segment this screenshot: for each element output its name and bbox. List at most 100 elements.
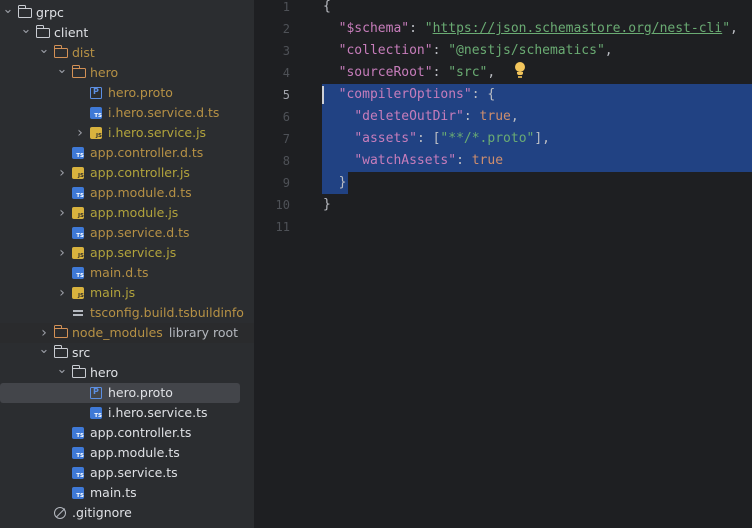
chevron-right-icon[interactable]: › bbox=[56, 283, 68, 303]
tree-item-main-d-ts[interactable]: main.d.ts bbox=[0, 263, 254, 283]
code-line[interactable]: 6 "deleteOutDir": true, bbox=[254, 106, 752, 128]
code-line[interactable]: 1{ bbox=[254, 0, 752, 18]
code-line[interactable]: 5 "compilerOptions": { bbox=[254, 84, 752, 106]
tree-item-label: app.controller.d.ts bbox=[90, 145, 204, 160]
code-token: , bbox=[487, 65, 496, 80]
folder-excluded-icon bbox=[53, 45, 68, 58]
code-line[interactable]: 11 bbox=[254, 216, 752, 238]
line-number: 4 bbox=[282, 66, 290, 80]
js-icon bbox=[72, 167, 84, 180]
code-text: { bbox=[323, 0, 331, 18]
chevron-right-icon[interactable]: › bbox=[56, 203, 68, 223]
tree-item-gitignore[interactable]: .gitignore bbox=[0, 503, 254, 523]
tree-item-label: app.module.js bbox=[90, 205, 179, 220]
tree-item-grpc[interactable]: ⌄ grpc bbox=[0, 3, 254, 23]
tree-item-tsconfig-build-tsbuildinfo[interactable]: tsconfig.build.tsbuildinfo bbox=[0, 303, 254, 323]
tree-item-hero[interactable]: ⌄ hero bbox=[0, 63, 254, 83]
tree-item-app-controller-d-ts[interactable]: app.controller.d.ts bbox=[0, 143, 254, 163]
line-number: 11 bbox=[275, 220, 290, 234]
code-line[interactable]: 3 "collection": "@nestjs/schematics", bbox=[254, 40, 752, 62]
chevron-down-icon[interactable]: ⌄ bbox=[56, 363, 68, 383]
code-token: "$schema" bbox=[338, 21, 410, 36]
code-text: "collection": "@nestjs/schematics", bbox=[323, 40, 613, 62]
chevron-down-icon[interactable]: ⌄ bbox=[38, 343, 50, 363]
lightbulb-base bbox=[517, 72, 523, 75]
chevron-right-icon[interactable]: › bbox=[38, 323, 50, 343]
tree-item-main-ts[interactable]: main.ts bbox=[0, 483, 254, 503]
folder-excluded-icon bbox=[53, 325, 68, 338]
tree-item-label: main.d.ts bbox=[90, 265, 149, 280]
tree-item-label: app.controller.js bbox=[90, 165, 190, 180]
chevron-down-icon[interactable]: ⌄ bbox=[20, 23, 32, 43]
chevron-right-icon[interactable]: › bbox=[74, 123, 86, 143]
ts-icon bbox=[72, 187, 84, 200]
tree-item-i-hero-service-ts[interactable]: i.hero.service.ts bbox=[0, 403, 254, 423]
line-number: 1 bbox=[282, 0, 290, 14]
js-icon bbox=[72, 247, 84, 260]
code-token: : bbox=[463, 109, 480, 124]
code-token: , bbox=[604, 43, 613, 58]
tree-item-hero-proto[interactable]: hero.proto bbox=[0, 83, 254, 103]
code-token: : [ bbox=[416, 131, 441, 146]
folder-icon bbox=[53, 345, 68, 358]
tree-item-app-controller-js[interactable]: › app.controller.js bbox=[0, 163, 254, 183]
tree-item-label: tsconfig.build.tsbuildinfo bbox=[90, 305, 244, 320]
chevron-down-icon[interactable]: ⌄ bbox=[2, 3, 14, 23]
code-text: } bbox=[323, 172, 347, 194]
js-icon bbox=[72, 287, 84, 300]
line-number: 10 bbox=[275, 198, 290, 212]
tree-item-main-js[interactable]: › main.js bbox=[0, 283, 254, 303]
code-line[interactable]: 2 "$schema": "https://json.schemastore.o… bbox=[254, 18, 752, 40]
tree-item-label: hero.proto bbox=[108, 385, 173, 400]
chevron-down-icon[interactable]: ⌄ bbox=[56, 63, 68, 83]
code-token: " bbox=[424, 21, 433, 36]
tree-item-node-modules[interactable]: › node_modules library root bbox=[0, 323, 254, 343]
code-text: "watchAssets": true bbox=[323, 150, 503, 172]
folder-icon bbox=[71, 365, 86, 378]
tree-item-app-module-js[interactable]: › app.module.js bbox=[0, 203, 254, 223]
tree-item-hero-proto[interactable]: hero.proto bbox=[0, 383, 254, 403]
tree-item-label: hero bbox=[90, 65, 119, 80]
line-number: 5 bbox=[282, 88, 290, 102]
code-line[interactable]: 10} bbox=[254, 194, 752, 216]
project-tree-panel[interactable]: ⌄ grpc ⌄ client ⌄ dist ⌄ hero hero.proto i.hero.s… bbox=[0, 0, 254, 528]
code-line[interactable]: 7 "assets": ["**/*.proto"], bbox=[254, 128, 752, 150]
tree-item-i-hero-service-js[interactable]: › i.hero.service.js bbox=[0, 123, 254, 143]
tree-item-label: app.controller.ts bbox=[90, 425, 192, 440]
tree-item-src[interactable]: ⌄ src bbox=[0, 343, 254, 363]
code-editor[interactable]: 1{2 "$schema": "https://json.schemastore… bbox=[254, 0, 752, 528]
code-line[interactable]: 4 "sourceRoot": "src", bbox=[254, 62, 752, 84]
tree-item-app-service-ts[interactable]: app.service.ts bbox=[0, 463, 254, 483]
code-token: true bbox=[471, 153, 504, 168]
tree-item-app-module-d-ts[interactable]: app.module.d.ts bbox=[0, 183, 254, 203]
code-line[interactable]: 8 "watchAssets": true bbox=[254, 150, 752, 172]
line-number: 8 bbox=[282, 154, 290, 168]
code-token: "assets" bbox=[354, 131, 417, 146]
code-token: } bbox=[323, 197, 331, 212]
library-root-label: library root bbox=[168, 325, 239, 340]
tree-item-app-module-ts[interactable]: app.module.ts bbox=[0, 443, 254, 463]
ts-icon bbox=[72, 467, 84, 480]
chevron-down-icon[interactable]: ⌄ bbox=[38, 43, 50, 63]
code-line[interactable]: 9 } bbox=[254, 172, 752, 194]
tree-item-label: app.service.d.ts bbox=[90, 225, 190, 240]
tree-item-app-service-d-ts[interactable]: app.service.d.ts bbox=[0, 223, 254, 243]
tree-item-label: node_modules library root bbox=[72, 325, 239, 340]
chevron-right-icon[interactable]: › bbox=[56, 243, 68, 263]
lightbulb-icon[interactable] bbox=[514, 61, 526, 79]
ts-icon bbox=[72, 227, 84, 240]
chevron-right-icon[interactable]: › bbox=[56, 163, 68, 183]
code-token: "**/*.proto" bbox=[440, 131, 535, 146]
tree-item-dist[interactable]: ⌄ dist bbox=[0, 43, 254, 63]
js-icon bbox=[90, 127, 102, 140]
tree-item-hero[interactable]: ⌄ hero bbox=[0, 363, 254, 383]
tree-item-app-service-js[interactable]: › app.service.js bbox=[0, 243, 254, 263]
tree-item-app-controller-ts[interactable]: app.controller.ts bbox=[0, 423, 254, 443]
tree-item-label: i.hero.service.ts bbox=[108, 405, 208, 420]
code-token: , bbox=[510, 109, 519, 124]
code-text: "$schema": "https://json.schemastore.org… bbox=[323, 18, 738, 40]
tree-item-client[interactable]: ⌄ client bbox=[0, 23, 254, 43]
tree-item-i-hero-service-d-ts[interactable]: i.hero.service.d.ts bbox=[0, 103, 254, 123]
